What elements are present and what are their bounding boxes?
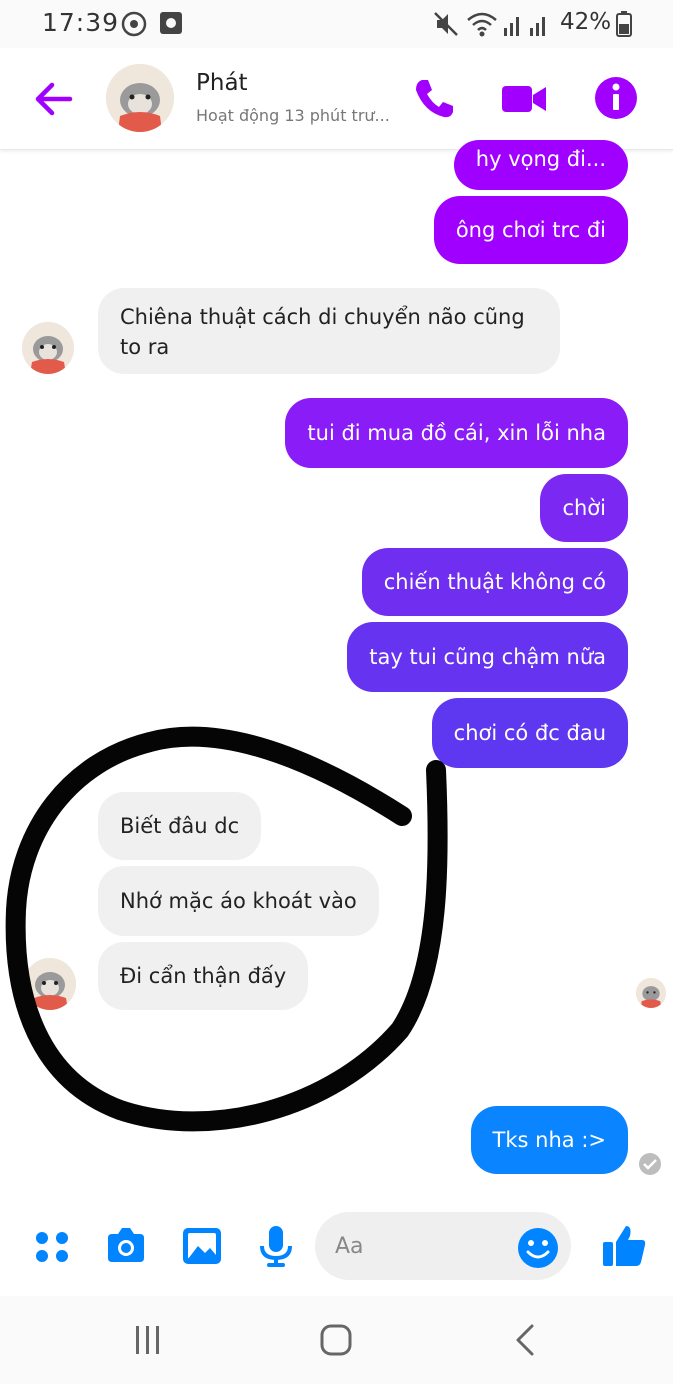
contact-avatar-small xyxy=(22,322,74,374)
back-arrow-icon[interactable] xyxy=(30,76,76,122)
image-notification-icon xyxy=(160,12,182,34)
message-text: to ra xyxy=(120,335,170,359)
message-text: chơi có đc đau xyxy=(453,721,606,745)
message-bubble-outgoing[interactable]: tay tui cũng chậm nữa xyxy=(347,622,628,692)
message-text: ông chơi trc đi xyxy=(455,218,606,242)
message-bubble-incoming[interactable]: Đi cẩn thận đấy xyxy=(98,942,309,1010)
message-bubble-outgoing[interactable]: Tks nha :> xyxy=(470,1106,628,1174)
message-bubble-outgoing[interactable]: chiến thuật không có xyxy=(361,548,628,616)
apps-icon[interactable] xyxy=(30,1222,74,1270)
system-navigation-bar xyxy=(0,1296,673,1384)
gallery-icon[interactable] xyxy=(180,1222,224,1270)
status-time: 17:39 xyxy=(42,8,120,37)
message-text: Tks nha :> xyxy=(492,1128,606,1152)
camera-icon[interactable] xyxy=(104,1222,148,1270)
contact-avatar-small xyxy=(24,958,76,1010)
message-bubble-outgoing[interactable]: tui đi mua đồ cái, xin lỗi nha xyxy=(285,398,628,468)
message-bubble-outgoing[interactable]: hy vọng đi... xyxy=(453,140,628,190)
status-bar: 17:39 42% xyxy=(0,0,673,48)
video-icon[interactable] xyxy=(500,74,548,122)
contact-avatar[interactable] xyxy=(106,64,174,132)
message-bubble-outgoing[interactable]: chơi có đc đau xyxy=(431,698,628,768)
mute-icon xyxy=(434,12,458,36)
recent-apps-icon[interactable] xyxy=(126,1318,170,1362)
emoji-icon[interactable] xyxy=(516,1226,560,1270)
read-receipt-avatar xyxy=(636,978,666,1008)
thumbs-up-icon[interactable] xyxy=(600,1222,648,1270)
battery-icon xyxy=(616,11,632,37)
delivered-check-icon xyxy=(639,1153,661,1175)
message-text: Nhớ mặc áo khoát vào xyxy=(120,889,357,913)
contact-status: Hoạt động 13 phút trư... xyxy=(196,106,390,125)
contact-name: Phát xyxy=(196,70,248,96)
message-text: hy vọng đi... xyxy=(475,147,606,171)
message-text: chiến thuật không có xyxy=(383,570,606,594)
message-text: Chiêna thuật cách di chuyển não cũng xyxy=(120,305,525,329)
message-bubble-incoming[interactable]: Chiêna thuật cách di chuyển não cũng to … xyxy=(98,288,560,374)
message-text: chời xyxy=(562,496,606,520)
microphone-icon[interactable] xyxy=(254,1222,298,1270)
home-icon[interactable] xyxy=(314,1318,358,1362)
back-icon[interactable] xyxy=(504,1318,548,1362)
message-bubble-outgoing[interactable]: chời xyxy=(540,474,628,542)
message-text: Đi cẩn thận đấy xyxy=(120,964,287,988)
info-icon[interactable] xyxy=(592,74,640,122)
wifi-icon xyxy=(467,12,497,37)
message-bubble-incoming[interactable]: Biết đâu dc xyxy=(98,792,262,860)
message-text: tay tui cũng chậm nữa xyxy=(369,645,606,669)
message-bubble-outgoing[interactable]: ông chơi trc đi xyxy=(433,196,628,264)
battery-percent: 42% xyxy=(560,9,612,35)
conversation-header: Phát Hoạt động 13 phút trư... xyxy=(0,48,673,150)
phone-icon[interactable] xyxy=(410,74,458,122)
message-composer xyxy=(0,1200,673,1296)
message-text: tui đi mua đồ cái, xin lỗi nha xyxy=(307,421,606,445)
message-text: Biết đâu dc xyxy=(120,814,240,838)
signal-icon xyxy=(504,17,545,36)
play-circle-icon xyxy=(121,11,147,37)
message-bubble-incoming[interactable]: Nhớ mặc áo khoát vào xyxy=(98,866,379,936)
